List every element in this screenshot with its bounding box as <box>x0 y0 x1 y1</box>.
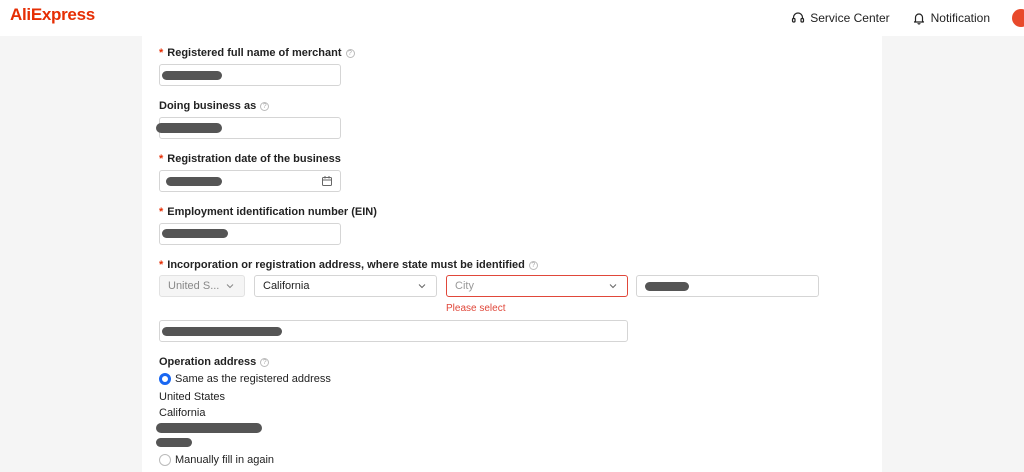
required-mark: * <box>159 153 164 165</box>
aliexpress-logo[interactable]: AliExpress <box>10 5 95 25</box>
notification-label: Notification <box>930 11 990 25</box>
redacted-value <box>645 282 689 291</box>
radio-unselected-icon[interactable] <box>159 454 171 466</box>
address-label: * Incorporation or registration address,… <box>159 259 538 271</box>
same-address-option[interactable]: Same as the registered address <box>159 373 331 385</box>
top-right-nav: Service Center Notification <box>791 0 1024 36</box>
dba-label: Doing business as ? <box>159 100 270 112</box>
state-select-value: California <box>263 280 310 292</box>
merchant-name-label-text: Registered full name of merchant <box>167 47 342 59</box>
address-label-text: Incorporation or registration address, w… <box>167 259 525 271</box>
manual-fill-option[interactable]: Manually fill in again <box>159 454 274 466</box>
required-mark: * <box>159 47 164 59</box>
dba-input[interactable] <box>156 117 341 139</box>
help-icon[interactable]: ? <box>260 357 270 367</box>
top-bar: AliExpress Service Center Notification <box>0 0 1024 36</box>
headset-icon <box>792 12 805 23</box>
redacted-value <box>166 177 222 186</box>
help-icon[interactable]: ? <box>345 48 355 58</box>
state-select[interactable]: California <box>254 275 437 297</box>
reg-date-picker[interactable] <box>159 170 341 192</box>
chevron-down-icon <box>418 284 426 289</box>
zip-input[interactable] <box>636 275 819 297</box>
reg-date-label-text: Registration date of the business <box>167 153 341 165</box>
operation-address-label-text: Operation address <box>159 356 257 368</box>
notification-link[interactable]: Notification <box>912 11 990 25</box>
chevron-down-icon <box>609 284 617 289</box>
ein-input[interactable] <box>159 223 341 245</box>
calendar-icon[interactable] <box>321 175 333 187</box>
merchant-name-input[interactable] <box>159 64 341 86</box>
help-icon[interactable]: ? <box>528 260 538 270</box>
chevron-down-icon <box>226 284 234 289</box>
city-select[interactable]: City <box>446 275 628 297</box>
country-select[interactable]: United S... <box>159 275 245 297</box>
dba-label-text: Doing business as <box>159 100 257 112</box>
help-icon[interactable]: ? <box>260 101 270 111</box>
operation-address-label: Operation address ? <box>159 356 270 368</box>
avatar[interactable] <box>1012 9 1024 27</box>
redacted-value <box>156 123 222 133</box>
redacted-address-line <box>156 423 262 433</box>
op-state-text: California <box>159 407 206 419</box>
merchant-name-label: * Registered full name of merchant ? <box>159 47 355 59</box>
ein-label: * Employment identification number (EIN) <box>159 206 377 218</box>
service-center-link[interactable]: Service Center <box>791 11 890 25</box>
ein-label-text: Employment identification number (EIN) <box>167 206 377 218</box>
redacted-value <box>162 327 282 336</box>
city-error-message: Please select <box>446 303 506 314</box>
required-mark: * <box>159 206 164 218</box>
bell-icon <box>913 13 924 25</box>
op-country-text: United States <box>159 391 226 403</box>
city-select-placeholder: City <box>455 280 474 292</box>
redacted-value <box>162 229 228 238</box>
radio-selected-icon[interactable] <box>159 373 171 385</box>
redacted-address-line <box>156 438 192 447</box>
reg-date-label: * Registration date of the business <box>159 153 341 165</box>
manual-fill-option-label: Manually fill in again <box>175 454 275 466</box>
service-center-label: Service Center <box>810 11 890 25</box>
redacted-value <box>162 71 222 80</box>
street-address-input[interactable] <box>159 320 628 342</box>
country-select-value: United S... <box>168 280 220 292</box>
same-address-option-label: Same as the registered address <box>175 373 331 385</box>
required-mark: * <box>159 259 164 271</box>
